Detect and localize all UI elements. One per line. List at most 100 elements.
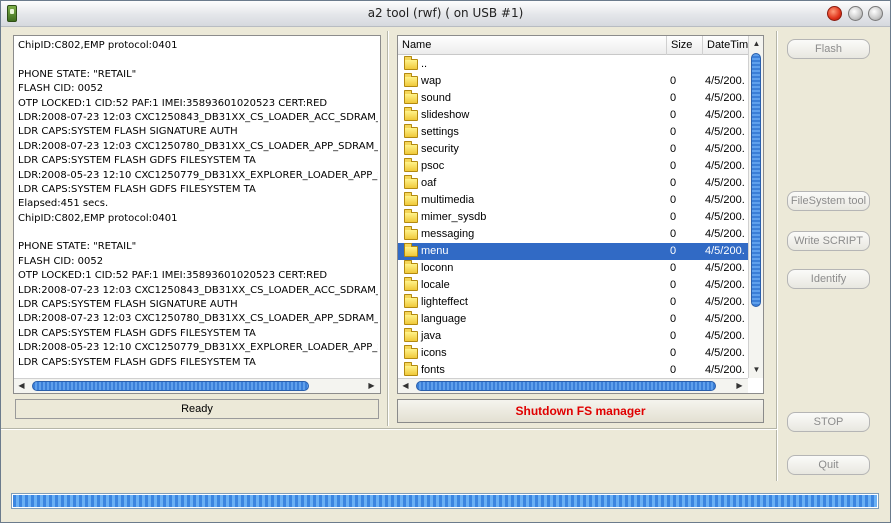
log-line: PHONE STATE: "RETAIL" <box>18 241 137 253</box>
file-row[interactable]: menu 0 4/5/200. <box>398 243 748 260</box>
file-list-horizontal-scrollbar[interactable]: ◀ ▶ <box>398 378 748 393</box>
file-size: 0 <box>670 313 677 325</box>
file-date: 4/5/200. <box>705 279 745 291</box>
file-row[interactable]: icons 0 4/5/200. <box>398 345 748 362</box>
log-panel[interactable]: ChipID:C802,EMP protocol:0401 PHONE STATE… <box>13 35 381 394</box>
file-date: 4/5/200. <box>705 296 745 308</box>
file-date: 4/5/200. <box>705 245 745 257</box>
file-name: java <box>421 330 442 342</box>
folder-icon <box>404 277 418 291</box>
file-row[interactable]: slideshow 0 4/5/200. <box>398 107 748 124</box>
file-size: 0 <box>670 177 677 189</box>
folder-icon <box>404 345 418 359</box>
folder-icon <box>404 124 418 138</box>
file-list-hscroll-thumb[interactable] <box>416 381 716 391</box>
log-line: LDR:2008-05-23 12:10 CXC1250779_DB31XX_E… <box>18 169 378 181</box>
log-line: LDR:2008-07-23 12:03 CXC1250843_DB31XX_C… <box>18 284 378 296</box>
file-date: 4/5/200. <box>705 330 745 342</box>
log-line: PHONE STATE: "RETAIL" <box>18 68 137 80</box>
file-size: 0 <box>670 194 677 206</box>
scroll-up-arrow-icon[interactable]: ▲ <box>749 36 764 51</box>
file-date: 4/5/200. <box>705 75 745 87</box>
file-row[interactable]: mimer_sysdb 0 4/5/200. <box>398 209 748 226</box>
file-row[interactable]: settings 0 4/5/200. <box>398 124 748 141</box>
scroll-down-arrow-icon[interactable]: ▼ <box>749 362 764 377</box>
file-size: 0 <box>670 160 677 172</box>
file-name: loconn <box>421 262 454 274</box>
scroll-left-arrow-icon[interactable]: ◀ <box>14 379 29 393</box>
file-date: 4/5/200. <box>705 262 745 274</box>
scroll-right-arrow-icon[interactable]: ▶ <box>732 379 747 393</box>
column-header-name[interactable]: Name <box>398 36 667 55</box>
button-column-divider <box>776 31 778 481</box>
file-row[interactable]: wap 0 4/5/200. <box>398 73 748 90</box>
quit-button[interactable]: Quit <box>787 455 870 475</box>
column-header-size[interactable]: Size <box>667 36 703 55</box>
file-date: 4/5/200. <box>705 92 745 104</box>
file-row[interactable]: .. <box>398 56 748 73</box>
status-label: Ready <box>15 399 379 419</box>
identify-button[interactable]: Identify <box>787 269 870 289</box>
file-size: 0 <box>670 75 677 87</box>
file-row[interactable]: sound 0 4/5/200. <box>398 90 748 107</box>
stop-button[interactable]: STOP <box>787 412 870 432</box>
file-list[interactable]: Name Size DateTim .. wap 0 4/5/200. sound 0 4/… <box>397 35 764 394</box>
file-name: sound <box>421 92 451 104</box>
folder-icon <box>404 226 418 240</box>
file-size: 0 <box>670 330 677 342</box>
file-row[interactable]: psoc 0 4/5/200. <box>398 158 748 175</box>
log-line: LDR:2008-07-23 12:03 CXC1250780_DB31XX_C… <box>18 140 378 152</box>
file-name: multimedia <box>421 194 475 206</box>
maximize-window-button[interactable] <box>868 6 883 21</box>
bottom-divider <box>1 428 777 430</box>
log-line: FLASH CID: 0052 <box>18 255 104 267</box>
file-size: 0 <box>670 262 677 274</box>
file-size: 0 <box>670 126 677 138</box>
file-row[interactable]: language 0 4/5/200. <box>398 311 748 328</box>
log-line: LDR CAPS:SYSTEM FLASH GDFS FILESYSTEM TA <box>18 183 256 195</box>
file-row[interactable]: loconn 0 4/5/200. <box>398 260 748 277</box>
file-row[interactable]: security 0 4/5/200. <box>398 141 748 158</box>
file-row[interactable]: locale 0 4/5/200. <box>398 277 748 294</box>
file-date: 4/5/200. <box>705 160 745 172</box>
minimize-window-button[interactable] <box>848 6 863 21</box>
file-row[interactable]: oaf 0 4/5/200. <box>398 175 748 192</box>
shutdown-fs-manager-button[interactable]: Shutdown FS manager <box>397 399 764 423</box>
file-list-vertical-scrollbar[interactable]: ▲ ▼ <box>748 36 763 378</box>
folder-icon <box>404 90 418 104</box>
scroll-left-arrow-icon[interactable]: ◀ <box>398 379 413 393</box>
log-scroll-thumb[interactable] <box>32 381 309 391</box>
file-list-header: Name Size DateTim <box>398 36 748 55</box>
progress-bar-fill <box>13 495 877 507</box>
folder-icon <box>404 209 418 223</box>
file-date: 4/5/200. <box>705 126 745 138</box>
file-size: 0 <box>670 279 677 291</box>
log-line: LDR CAPS:SYSTEM FLASH GDFS FILESYSTEM TA <box>18 356 256 368</box>
file-row[interactable]: lighteffect 0 4/5/200. <box>398 294 748 311</box>
file-row[interactable]: multimedia 0 4/5/200. <box>398 192 748 209</box>
folder-icon <box>404 243 418 257</box>
scroll-right-arrow-icon[interactable]: ▶ <box>364 379 379 393</box>
folder-icon <box>404 328 418 342</box>
file-name: lighteffect <box>421 296 468 308</box>
column-header-date[interactable]: DateTim <box>703 36 748 55</box>
folder-icon <box>404 107 418 121</box>
close-window-button[interactable] <box>827 6 842 21</box>
file-size: 0 <box>670 143 677 155</box>
filesystem-tool-button[interactable]: FileSystem tool <box>787 191 870 211</box>
flash-button[interactable]: Flash <box>787 39 870 59</box>
file-row[interactable]: fonts 0 4/5/200. <box>398 362 748 378</box>
file-list-scroll-thumb[interactable] <box>751 53 761 307</box>
file-name: language <box>421 313 467 325</box>
write-script-button[interactable]: Write SCRIPT <box>787 231 870 251</box>
file-row[interactable]: messaging 0 4/5/200. <box>398 226 748 243</box>
log-line: LDR:2008-07-23 12:03 CXC1250843_DB31XX_C… <box>18 111 378 123</box>
folder-icon <box>404 73 418 87</box>
log-horizontal-scrollbar[interactable]: ◀ ▶ <box>14 378 380 393</box>
title-bar[interactable]: a2 tool (rwf) ( on USB #1) <box>1 1 890 27</box>
file-row[interactable]: java 0 4/5/200. <box>398 328 748 345</box>
log-line: OTP LOCKED:1 CID:52 PAF:1 IMEI:358936010… <box>18 270 328 282</box>
file-size: 0 <box>670 347 677 359</box>
